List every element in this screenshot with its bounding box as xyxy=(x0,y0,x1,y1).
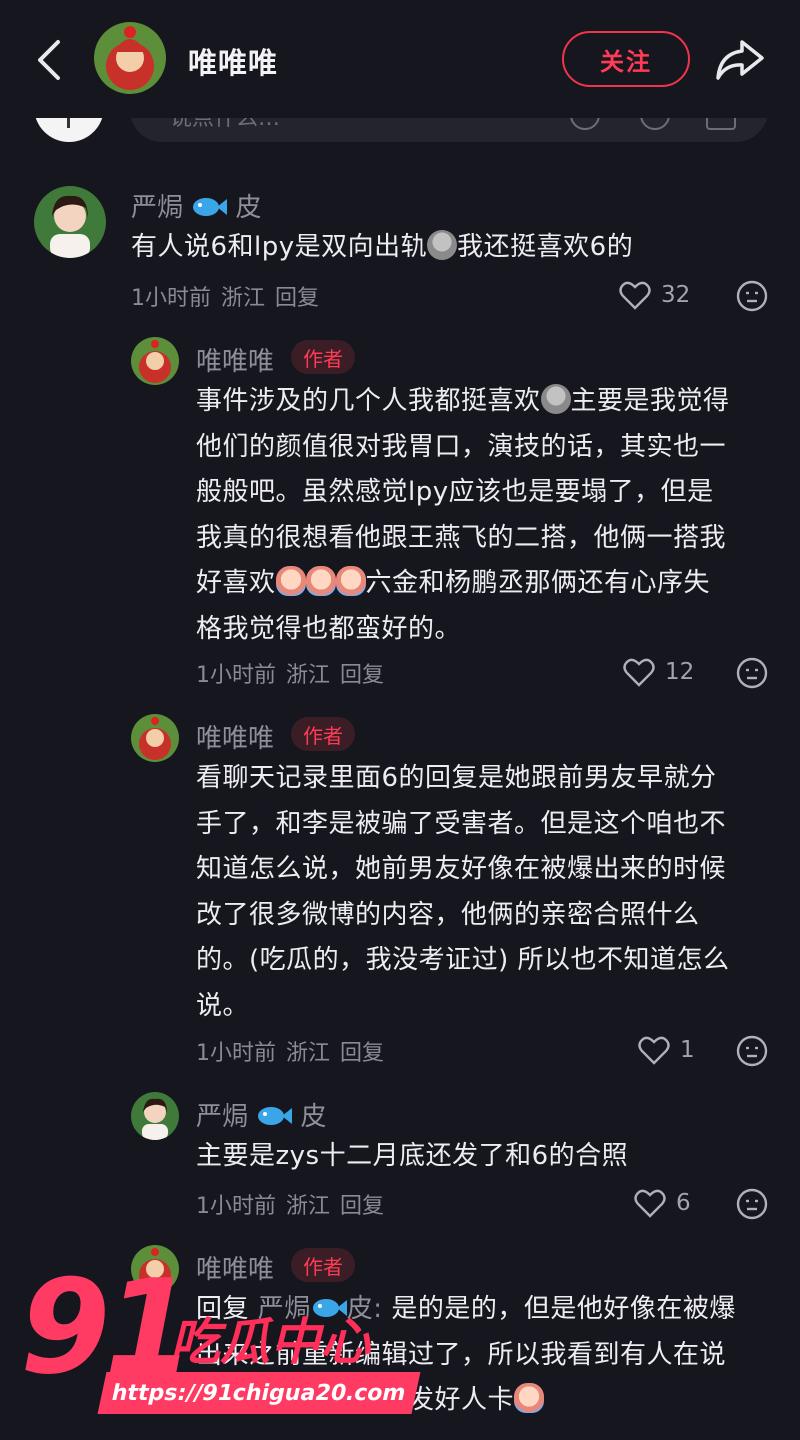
comment-time: 1小时前 xyxy=(131,286,211,311)
heart-icon xyxy=(619,281,651,310)
comment-meta: 1小时前 浙江 回复 xyxy=(196,1035,394,1067)
comment-text: 看聊天记录里面6的回复是她跟前男友早就分 手了，和李是被骗了受害者。但是这个咱也… xyxy=(196,763,730,1021)
comment-text: 有人说6和lpy是双向出轨 我还挺喜欢6的 xyxy=(131,230,634,262)
comment-username[interactable]: 严焗 皮 xyxy=(131,187,262,224)
crying-emoji xyxy=(514,1383,545,1413)
comment-meta: 1小时前 浙江 回复 xyxy=(196,657,394,689)
page-title: 唯唯唯 xyxy=(188,46,279,80)
reply-button[interactable]: 回复 xyxy=(275,286,319,311)
comment-meta: 1小时前 浙江 回复 xyxy=(196,1188,394,1220)
heart-icon xyxy=(623,658,655,687)
comment-username[interactable]: 严焗 皮 xyxy=(196,1096,327,1133)
comment-list: 严焗 皮 有人说6和lpy是双向出轨 我还挺喜欢6的 1小时前 浙江 回复 32 唯唯… xyxy=(0,0,800,1440)
emoji-reaction-icon[interactable] xyxy=(736,657,768,689)
comment-time: 1小时前 xyxy=(196,1194,276,1219)
heart-icon xyxy=(638,1036,670,1065)
heart-icon xyxy=(634,1189,666,1218)
avatar[interactable] xyxy=(131,337,179,385)
avatar[interactable] xyxy=(131,1092,179,1140)
comment-time: 1小时前 xyxy=(196,1041,276,1066)
fish-emoji xyxy=(258,1107,293,1125)
back-button[interactable] xyxy=(30,36,70,84)
author-badge: 作者 xyxy=(291,340,355,374)
crying-emoji xyxy=(305,566,336,596)
like-button[interactable]: 12 xyxy=(623,656,694,688)
watermark-text: 吃瓜中心 xyxy=(170,1313,370,1371)
avatar[interactable] xyxy=(131,714,179,762)
top-bar: 唯唯唯 关注 xyxy=(0,0,800,118)
comment-time: 1小时前 xyxy=(196,663,276,688)
reply-button[interactable]: 回复 xyxy=(340,1041,384,1066)
smoke-emoji xyxy=(540,384,571,414)
comment-username[interactable]: 唯唯唯 xyxy=(196,718,274,755)
like-count: 1 xyxy=(680,1037,695,1063)
like-button[interactable]: 6 xyxy=(634,1187,691,1219)
comment-location: 浙江 xyxy=(286,1194,331,1219)
avatar[interactable] xyxy=(94,22,166,94)
like-button[interactable]: 32 xyxy=(619,279,690,311)
comment-location: 浙江 xyxy=(286,663,331,688)
back-icon xyxy=(38,40,60,80)
crying-emoji xyxy=(275,566,306,596)
emoji-reaction-icon[interactable] xyxy=(736,280,768,312)
comment-location: 浙江 xyxy=(286,1041,331,1066)
share-icon xyxy=(716,40,764,80)
like-count: 6 xyxy=(676,1190,691,1216)
like-button[interactable]: 1 xyxy=(638,1034,695,1066)
share-button[interactable] xyxy=(712,34,768,84)
comment-text: 主要是zys十二月底还发了和6的合照 xyxy=(196,1141,629,1171)
emoji-reaction-icon[interactable] xyxy=(736,1188,768,1220)
comment-location: 浙江 xyxy=(221,286,266,311)
comment-username[interactable]: 唯唯唯 xyxy=(196,341,274,378)
smoke-emoji xyxy=(427,230,458,260)
watermark: 91 吃瓜中心 https://91chigua20.com xyxy=(20,1262,421,1422)
like-count: 32 xyxy=(661,282,691,308)
like-count: 12 xyxy=(665,659,695,685)
reply-button[interactable]: 回复 xyxy=(340,1194,384,1219)
emoji-reaction-icon[interactable] xyxy=(736,1035,768,1067)
fish-emoji xyxy=(193,198,228,216)
avatar[interactable] xyxy=(34,186,106,258)
crying-emoji xyxy=(335,566,366,596)
reply-button[interactable]: 回复 xyxy=(340,663,384,688)
follow-button[interactable]: 关注 xyxy=(562,31,690,87)
watermark-url: https://91chigua20.com xyxy=(97,1372,421,1414)
author-badge: 作者 xyxy=(291,717,355,751)
comment-text: 事件涉及的几个人我都挺喜欢 主要是我觉得 他们的颜值很对我胃口，演技的话，其实也一… xyxy=(196,384,730,644)
comment-meta: 1小时前 浙江 回复 xyxy=(131,280,329,312)
